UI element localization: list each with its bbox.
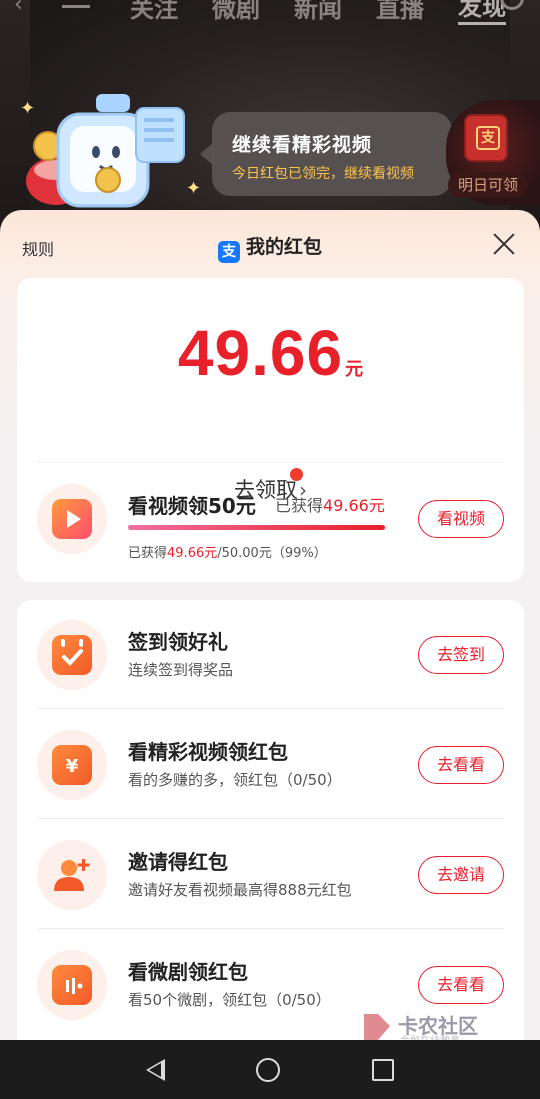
tab-follow[interactable]: 关注 xyxy=(130,0,178,24)
task-title: 看精彩视频领红包 xyxy=(128,740,288,764)
alipay-glyph: 支 xyxy=(476,126,500,150)
checkin-button[interactable]: 去签到 xyxy=(418,636,504,674)
video-progress-text: 已获得49.66元/50.00元（99%） xyxy=(128,542,327,561)
task-icon-wrap xyxy=(37,840,107,910)
watermark-logo-icon xyxy=(364,1014,390,1040)
tab-live[interactable]: 直播 xyxy=(376,0,424,24)
system-nav-bar xyxy=(0,1040,540,1099)
balance-amount-row: 49.66 元 xyxy=(17,316,524,390)
divider xyxy=(37,818,504,819)
red-packet-sheet: 规则 支我的红包 49.66 元 去领取 › 看视频领50元 已获得49.66元 看… xyxy=(0,210,540,1040)
calendar-check-icon xyxy=(52,635,92,675)
tv-drama-icon xyxy=(52,965,92,1005)
balance-card: 49.66 元 去领取 › 看视频领50元 已获得49.66元 看视频 已获得49.… xyxy=(17,278,524,582)
tooltip-subtitle: 今日红包已领完，继续看视频 xyxy=(232,166,414,182)
watch-video-button[interactable]: 看视频 xyxy=(418,500,504,538)
sparkle-icon: ✦ xyxy=(20,98,36,119)
task-icon-wrap xyxy=(37,950,107,1020)
nav-home-icon[interactable] xyxy=(256,1057,281,1082)
task-icon-wrap: ¥ xyxy=(37,730,107,800)
tomorrow-claim-label: 明日可领 xyxy=(448,172,528,198)
sheet-header: 规则 支我的红包 xyxy=(0,210,540,280)
watch-more-button[interactable]: 去看看 xyxy=(418,746,504,784)
sheet-title-text: 我的红包 xyxy=(245,236,322,258)
sparkle-icon: ✦ xyxy=(186,178,202,199)
progress-current: 49.66元 xyxy=(167,546,218,561)
earned-prefix: 已获得 xyxy=(275,496,324,515)
divider xyxy=(37,928,504,929)
yuan-envelope-icon: ¥ xyxy=(52,745,92,785)
divider xyxy=(37,462,504,463)
invite-button[interactable]: 去邀请 xyxy=(418,856,504,894)
nav-back-icon[interactable] xyxy=(145,1058,165,1081)
video-progress-fill xyxy=(128,525,386,530)
notification-dot xyxy=(290,468,303,481)
task-subtitle: 连续签到得奖品 xyxy=(128,661,234,679)
tab-news[interactable]: 新闻 xyxy=(294,0,342,24)
top-tab-bar: 关注 微剧 新闻 直播 发现 xyxy=(0,0,540,26)
balance-amount: 49.66 xyxy=(177,317,344,389)
task-subtitle: 看50个微剧，领红包（0/50） xyxy=(128,991,331,1009)
red-envelope-icon: 支 xyxy=(464,114,508,162)
tab-discover[interactable]: 发现 xyxy=(458,0,506,25)
continue-watching-tooltip[interactable]: 继续看精彩视频 今日红包已领完，继续看视频 xyxy=(200,112,452,196)
mascot-illustration: ✦ ✦ xyxy=(18,86,218,216)
nav-recents-icon[interactable] xyxy=(372,1058,395,1081)
tooltip-title: 继续看精彩视频 xyxy=(232,134,373,156)
task-title: 邀请得红包 xyxy=(128,850,228,874)
tab-microdrama[interactable]: 微剧 xyxy=(212,0,260,24)
task-list-card: 签到领好礼 连续签到得奖品 去签到 ¥ 看精彩视频领红包 看的多赚的多，领红包（… xyxy=(17,600,524,1040)
task-subtitle: 看的多赚的多，领红包（0/50） xyxy=(128,771,342,789)
video-task-earned: 已获得49.66元 xyxy=(275,492,385,516)
progress-rest: /50.00元（99%） xyxy=(217,546,327,561)
progress-prefix: 已获得 xyxy=(128,546,168,561)
divider xyxy=(37,708,504,709)
svg-text:¥: ¥ xyxy=(66,756,79,777)
invite-user-icon xyxy=(52,855,92,895)
video-progress-bar xyxy=(128,525,388,530)
balance-unit: 元 xyxy=(345,359,364,380)
earned-value: 49.66元 xyxy=(323,496,385,515)
task-title: 签到领好礼 xyxy=(128,630,228,654)
close-icon[interactable] xyxy=(492,232,516,256)
watermark: 卡农社区 金融在线教育 xyxy=(360,1010,530,1047)
play-video-icon xyxy=(52,499,92,539)
video-task-title: 看视频领50元 xyxy=(128,494,256,518)
watch-drama-button[interactable]: 去看看 xyxy=(418,966,504,1004)
sheet-title: 支我的红包 xyxy=(0,232,540,263)
task-subtitle: 邀请好友看视频最高得888元红包 xyxy=(128,881,352,899)
alipay-icon: 支 xyxy=(217,241,240,263)
task-icon-wrap xyxy=(37,620,107,690)
video-task-icon-wrap xyxy=(37,484,107,554)
task-title: 看微剧领红包 xyxy=(128,960,248,984)
